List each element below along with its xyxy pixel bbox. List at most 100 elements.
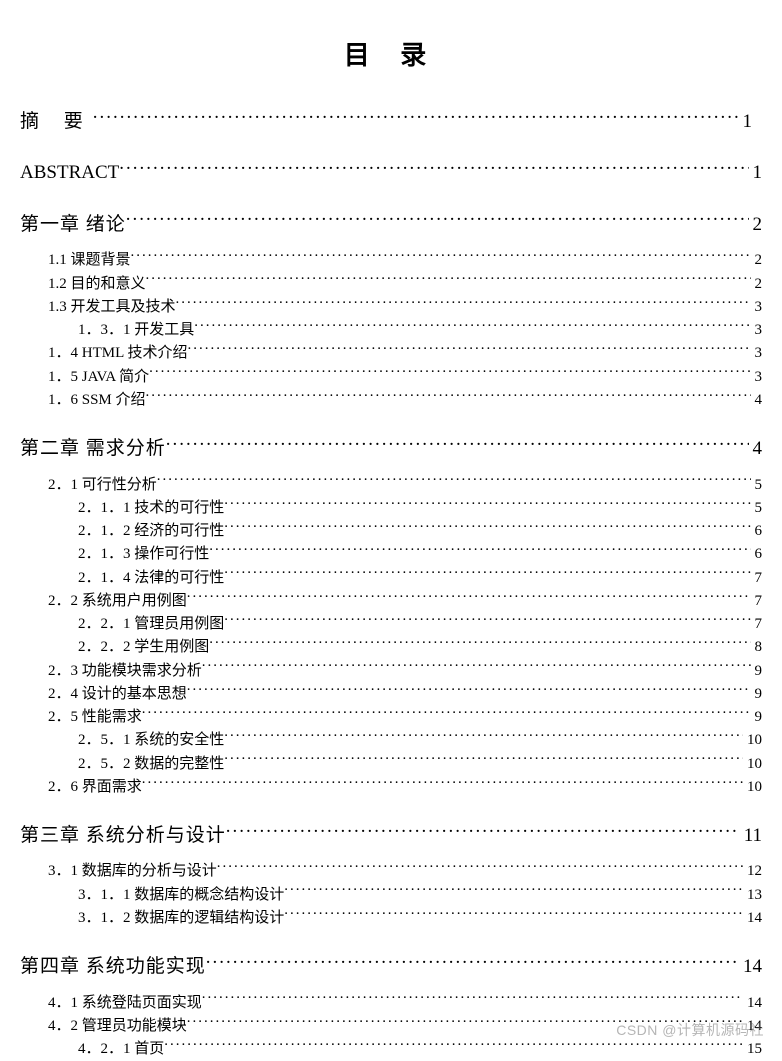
- toc-entry-page: 7: [751, 567, 763, 590]
- toc-entry: 2．1．2 经济的可行性6: [20, 520, 762, 543]
- toc-entry-label: 第二章 需求分析: [20, 434, 166, 463]
- toc-entry: ABSTRACT 1: [20, 158, 762, 187]
- toc-entry-label: 1.1 课题背景: [48, 249, 131, 272]
- toc-entry-label: 4．2 管理员功能模块: [48, 1015, 187, 1038]
- toc-entry-page: 1: [739, 107, 763, 136]
- toc-leader-dots: [166, 435, 749, 454]
- toc-entry-label: 3．1 数据库的分析与设计: [48, 860, 217, 883]
- toc-entry-page: 9: [751, 683, 763, 706]
- toc-entry-label: 第一章 绪论: [20, 210, 126, 239]
- toc-entry-page: 12: [743, 860, 762, 883]
- toc-leader-dots: [176, 296, 751, 311]
- toc-entry-page: 2: [749, 210, 763, 239]
- toc-entry-label: 摘 要: [20, 107, 93, 136]
- toc-entry: 3．1．1 数据库的概念结构设计 13: [20, 884, 762, 907]
- toc-entry-label: 1.3 开发工具及技术: [48, 296, 176, 319]
- toc-entry: 2．1．3 操作可行性6: [20, 543, 762, 566]
- toc-leader-dots: [226, 822, 740, 841]
- toc-entry-page: 13: [743, 884, 762, 907]
- toc-entry-label: 2．3 功能模块需求分析: [48, 660, 202, 683]
- toc-entry-label: 2．1．2 经济的可行性: [78, 520, 224, 543]
- toc-leader-dots: [217, 860, 743, 875]
- toc-entry: 2．5 性能需求9: [20, 706, 762, 729]
- toc-entry-label: 2．1．1 技术的可行性: [78, 497, 224, 520]
- toc-leader-dots: [206, 953, 739, 972]
- toc-entry-label: 2．5．1 系统的安全性: [78, 729, 224, 752]
- toc-entry-label: 2．1 可行性分析: [48, 474, 157, 497]
- toc-leader-dots: [187, 342, 750, 357]
- toc-entry-label: 2．1．4 法律的可行性: [78, 567, 224, 590]
- toc-entry-label: 2．5．2 数据的完整性: [78, 753, 224, 776]
- toc-entry: 1．6 SSM 介绍 4: [20, 389, 762, 412]
- toc-entry: 4．1 系统登陆页面实现 14: [20, 992, 762, 1015]
- toc-entry-label: ABSTRACT: [20, 158, 119, 187]
- toc-entry-label: 2．2．1 管理员用例图: [78, 613, 224, 636]
- toc-entry: 2．5．1 系统的安全性10: [20, 729, 762, 752]
- toc-entry: 第三章 系统分析与设计 11: [20, 821, 762, 850]
- toc-entry: 4．2．1 首页 15: [20, 1038, 762, 1061]
- toc-entry-page: 11: [740, 821, 762, 850]
- toc-entry-page: 3: [751, 296, 763, 319]
- toc-entry-label: 1．3．1 开发工具: [78, 319, 194, 342]
- toc-entry-page: 2: [751, 273, 763, 296]
- toc-entry: 第二章 需求分析 4: [20, 434, 762, 463]
- toc-entry: 3．1 数据库的分析与设计 12: [20, 860, 762, 883]
- toc-entry-label: 4．2．1 首页: [78, 1038, 164, 1061]
- toc-entry-label: 第三章 系统分析与设计: [20, 821, 226, 850]
- toc-entry-page: 14: [743, 992, 762, 1015]
- toc-entry: 1．4 HTML 技术介绍 3: [20, 342, 762, 365]
- toc-leader-dots: [142, 776, 743, 791]
- toc-entry-page: 4: [749, 434, 763, 463]
- toc-entry: 2．2 系统用户用例图 7: [20, 590, 762, 613]
- toc-entry-label: 2．6 界面需求: [48, 776, 142, 799]
- toc-entry: 摘 要 1: [20, 107, 762, 136]
- watermark-text: CSDN @计算机源码社: [616, 1020, 764, 1040]
- page-title: 目 录: [20, 35, 762, 72]
- toc-entry-label: 1．6 SSM 介绍: [48, 389, 146, 412]
- toc-entry-page: 3: [751, 342, 763, 365]
- toc-entry-page: 3: [751, 319, 763, 342]
- toc-entry-label: 2．4 设计的基本思想: [48, 683, 187, 706]
- toc-entry-label: 2．1．3 操作可行性: [78, 543, 209, 566]
- toc-entry: 2．1．1 技术的可行性 5: [20, 497, 762, 520]
- toc-leader-dots: [142, 706, 751, 721]
- toc-entry: 2．3 功能模块需求分析 9: [20, 660, 762, 683]
- toc-leader-dots: [224, 613, 750, 628]
- toc-entry: 1.3 开发工具及技术 3: [20, 296, 762, 319]
- toc-entry-page: 15: [743, 1038, 762, 1061]
- toc-leader-dots: [209, 543, 750, 558]
- toc-entry-page: 8: [751, 636, 763, 659]
- toc-leader-dots: [164, 1038, 743, 1053]
- toc-entry-label: 1．5 JAVA 简介: [48, 366, 149, 389]
- toc-entry-label: 3．1．1 数据库的概念结构设计: [78, 884, 284, 907]
- toc-leader-dots: [187, 590, 751, 605]
- toc-entry-page: 9: [751, 706, 763, 729]
- toc-entry-label: 2．2 系统用户用例图: [48, 590, 187, 613]
- toc-leader-dots: [93, 108, 739, 127]
- toc-entry: 2．1．4 法律的可行性 7: [20, 567, 762, 590]
- toc-entry: 2．4 设计的基本思想 9: [20, 683, 762, 706]
- toc-leader-dots: [202, 992, 743, 1007]
- toc-entry: 1．5 JAVA 简介3: [20, 366, 762, 389]
- toc-entry-page: 10: [743, 753, 762, 776]
- toc-entry-label: 4．1 系统登陆页面实现: [48, 992, 202, 1015]
- toc-entry-label: 3．1．2 数据库的逻辑结构设计: [78, 907, 284, 930]
- toc-leader-dots: [126, 211, 749, 230]
- toc-entry: 2．2．1 管理员用例图7: [20, 613, 762, 636]
- toc-leader-dots: [202, 660, 751, 675]
- toc-leader-dots: [157, 474, 751, 489]
- toc-entry-label: 1．4 HTML 技术介绍: [48, 342, 187, 365]
- toc-entry: 3．1．2 数据库的逻辑结构设计 14: [20, 907, 762, 930]
- toc-entry: 1.1 课题背景2: [20, 249, 762, 272]
- toc-entry: 2．5．2 数据的完整性 10: [20, 753, 762, 776]
- toc-leader-dots: [131, 249, 751, 264]
- toc-entry-page: 9: [751, 660, 763, 683]
- toc-entry-page: 7: [751, 590, 763, 613]
- toc-leader-dots: [146, 273, 751, 288]
- toc-entry-page: 1: [749, 158, 763, 187]
- toc-entry-page: 14: [743, 907, 762, 930]
- toc-entry-label: 2．2．2 学生用例图: [78, 636, 209, 659]
- toc-entry-page: 4: [751, 389, 763, 412]
- toc-entry-page: 5: [751, 497, 763, 520]
- toc-entry: 2．6 界面需求10: [20, 776, 762, 799]
